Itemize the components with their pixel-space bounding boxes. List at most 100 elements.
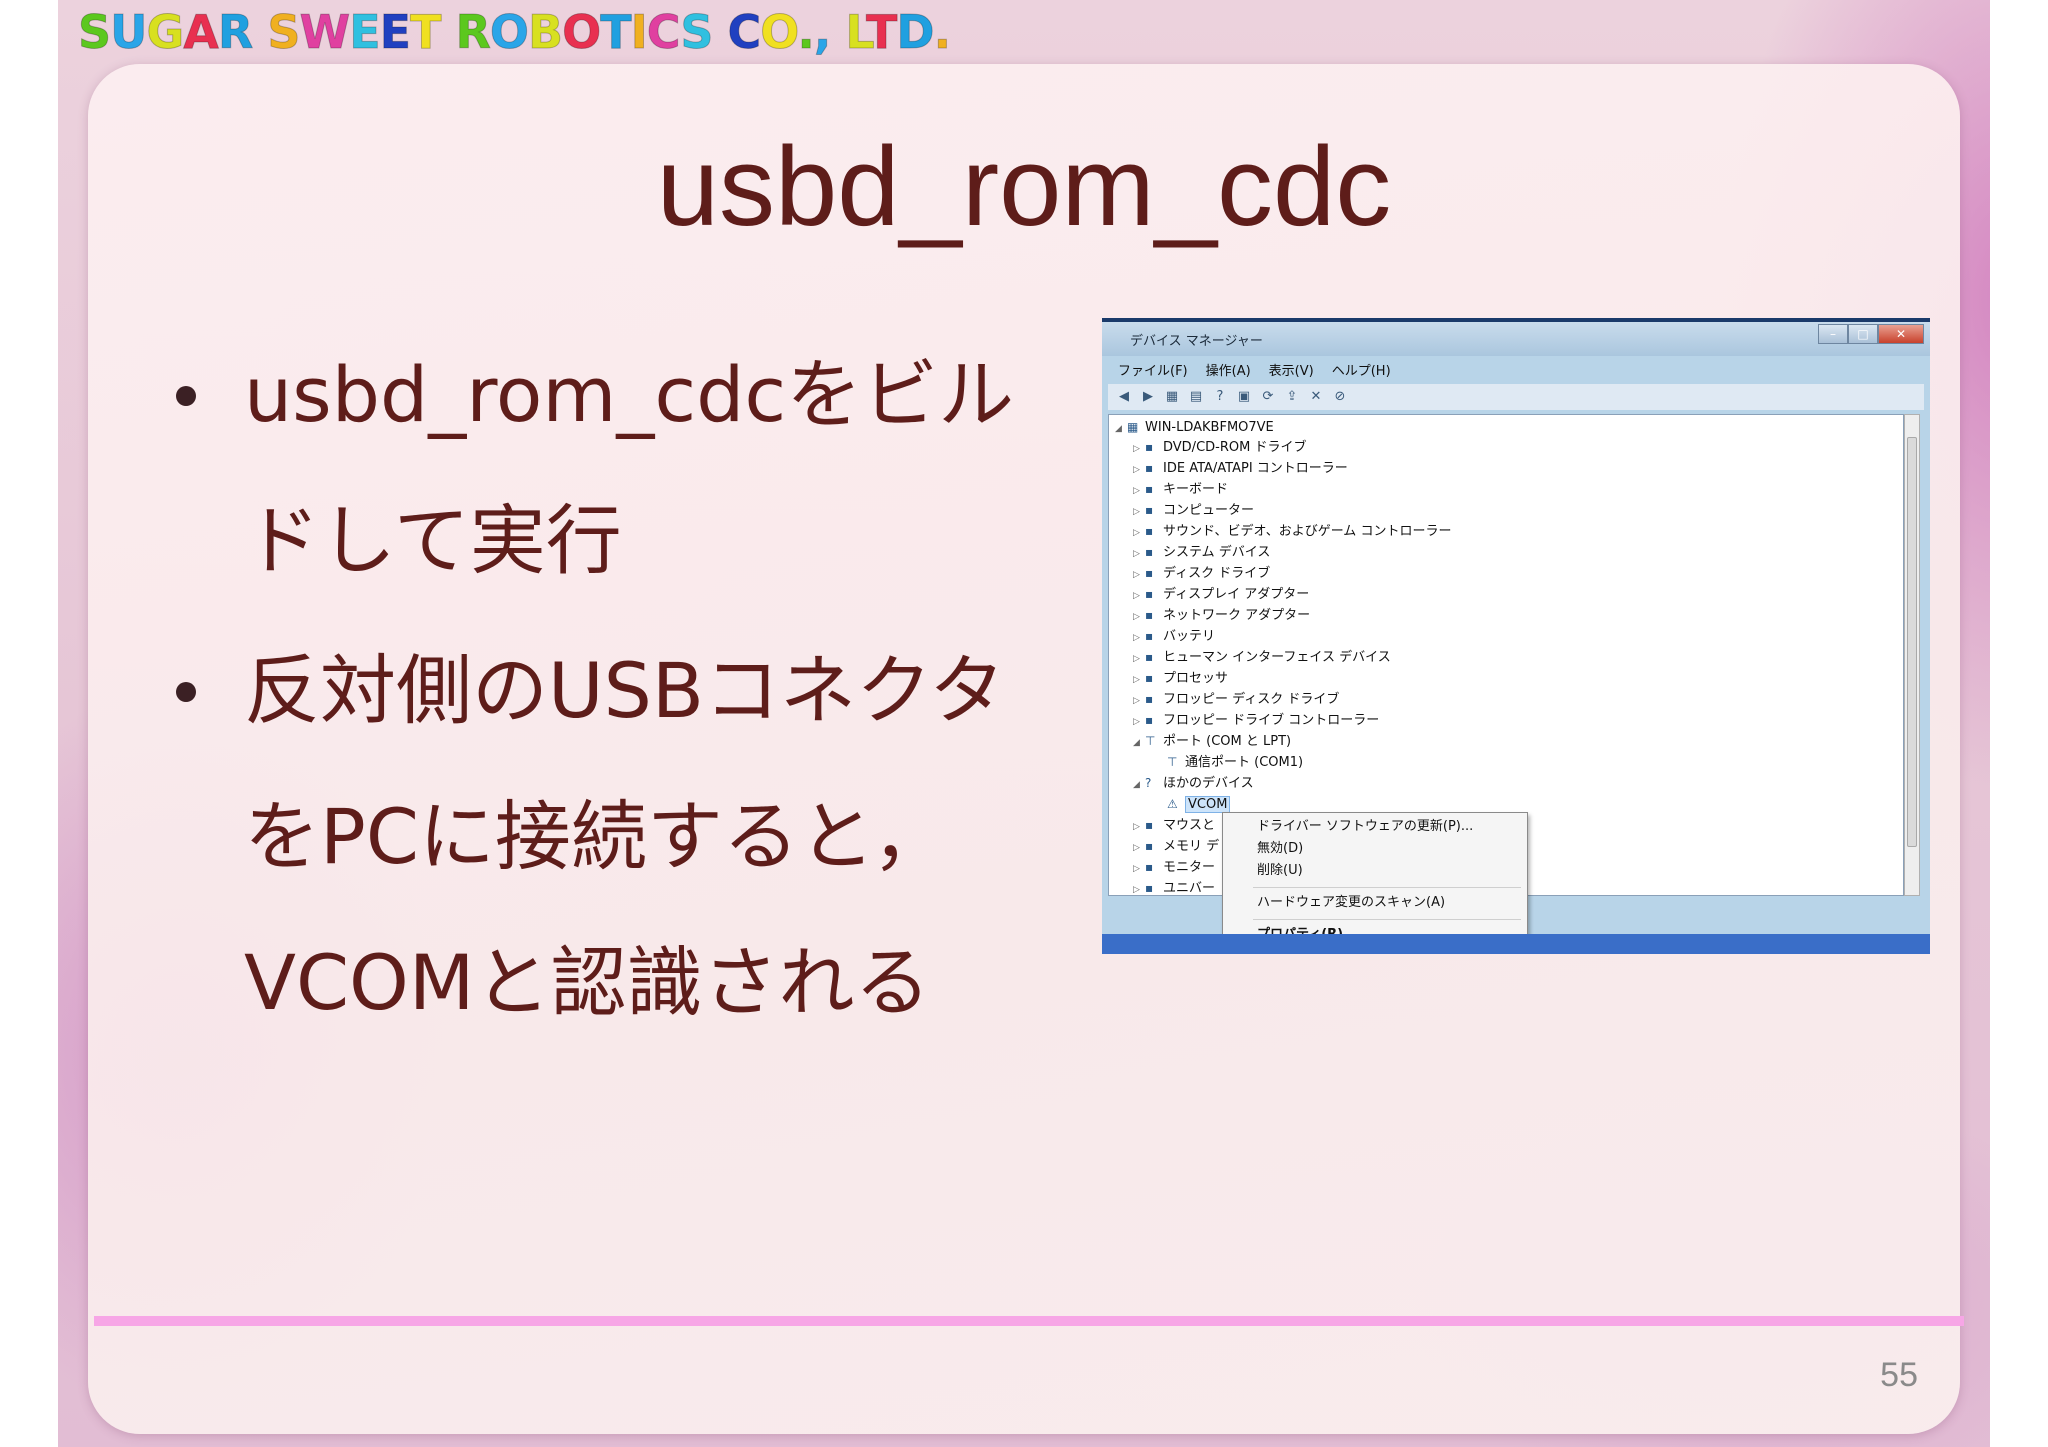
port-icon: ⊤ bbox=[1167, 755, 1178, 769]
expand-arrow-icon[interactable]: ▷ bbox=[1133, 880, 1145, 901]
expand-arrow-icon[interactable]: ▷ bbox=[1133, 628, 1145, 649]
device-manager-screenshot: デバイス マネージャー – □ ✕ ファイル(F) 操作(A) 表示(V) ヘル… bbox=[1102, 318, 1930, 954]
maximize-button[interactable]: □ bbox=[1848, 324, 1878, 344]
update-driver-icon[interactable]: ⇪ bbox=[1284, 389, 1300, 405]
tree-item-label: コンピューター bbox=[1163, 503, 1255, 518]
device-icon: ▪ bbox=[1145, 566, 1154, 580]
expand-arrow-icon[interactable]: ▷ bbox=[1133, 691, 1145, 712]
expand-arrow-icon[interactable]: ▷ bbox=[1133, 817, 1145, 838]
tree-item-label: サウンド、ビデオ、およびゲーム コントローラー bbox=[1163, 524, 1452, 539]
tree-item[interactable]: ▷ ▪ プロセッサ bbox=[1133, 668, 1228, 689]
ctx-scan-hardware[interactable]: ハードウェア変更のスキャン(A) bbox=[1257, 893, 1445, 913]
tree-item-label: マウスと bbox=[1163, 818, 1216, 833]
tree-item[interactable]: ▷ ▪ キーボード bbox=[1133, 479, 1228, 500]
device-icon: ▪ bbox=[1145, 860, 1154, 874]
expand-arrow-icon[interactable]: ▷ bbox=[1133, 439, 1145, 460]
bullet-item-1: usbd_rom_cdcをビルドして実行 bbox=[244, 350, 1015, 585]
device-icon: ▪ bbox=[1145, 503, 1154, 517]
forward-arrow-icon[interactable]: ▶ bbox=[1140, 389, 1156, 405]
expand-arrow-icon[interactable]: ◢ bbox=[1115, 419, 1127, 440]
tree-item[interactable]: ▷ ▪ DVD/CD-ROM ドライブ bbox=[1133, 437, 1306, 458]
tree-item[interactable]: ▷ ▪ IDE ATA/ATAPI コントローラー bbox=[1133, 458, 1348, 479]
expand-arrow-icon[interactable]: ◢ bbox=[1133, 775, 1145, 796]
computer-icon: ▦ bbox=[1127, 420, 1139, 434]
tree-item-label: フロッピー ディスク ドライブ bbox=[1163, 692, 1340, 707]
tree-item[interactable]: ◢? ほかのデバイス bbox=[1133, 773, 1254, 794]
ctx-disable[interactable]: 無効(D) bbox=[1257, 839, 1303, 859]
expand-arrow-icon[interactable]: ▷ bbox=[1133, 838, 1145, 859]
close-button[interactable]: ✕ bbox=[1878, 324, 1924, 344]
computer-icon[interactable]: ▦ bbox=[1164, 389, 1180, 405]
expand-arrow-icon[interactable]: ▷ bbox=[1133, 565, 1145, 586]
tree-item[interactable]: ▷ ▪ ネットワーク アダプター bbox=[1133, 605, 1310, 626]
footer-divider bbox=[94, 1316, 1964, 1326]
tree-item-label: IDE ATA/ATAPI コントローラー bbox=[1163, 461, 1348, 476]
expand-arrow-icon[interactable]: ▷ bbox=[1133, 859, 1145, 880]
help-icon[interactable]: ? bbox=[1212, 389, 1228, 405]
device-icon: ▪ bbox=[1145, 650, 1154, 664]
expand-arrow-icon[interactable]: ▷ bbox=[1133, 481, 1145, 502]
tree-item-label: システム デバイス bbox=[1163, 545, 1271, 560]
uninstall-icon[interactable]: ✕ bbox=[1308, 389, 1324, 405]
tree-item[interactable]: ▷ ▪ ディスプレイ アダプター bbox=[1133, 584, 1309, 605]
tree-item[interactable]: ▷ ▪ サウンド、ビデオ、およびゲーム コントローラー bbox=[1133, 521, 1451, 542]
expand-arrow-icon[interactable]: ◢ bbox=[1133, 733, 1145, 754]
tree-item[interactable]: ▷ ▪ マウスと bbox=[1133, 815, 1215, 836]
menu-view[interactable]: 表示(V) bbox=[1269, 360, 1314, 382]
tree-root[interactable]: ◢ ▦ WIN-LDAKBFMO7VE bbox=[1115, 417, 1274, 438]
tree-item-label: フロッピー ドライブ コントローラー bbox=[1163, 713, 1380, 728]
port-icon: ⊤ bbox=[1145, 734, 1156, 748]
tree-item-label: バッテリ bbox=[1163, 629, 1216, 644]
expand-arrow-icon[interactable]: ▷ bbox=[1133, 586, 1145, 607]
expand-arrow-icon[interactable]: ▷ bbox=[1133, 649, 1145, 670]
device-icon: ▪ bbox=[1145, 440, 1154, 454]
tree-item[interactable]: ▷ ▪ ディスク ドライブ bbox=[1133, 563, 1270, 584]
context-menu: ドライバー ソフトウェアの更新(P)... 無効(D) 削除(U) ハードウェア変更の… bbox=[1222, 812, 1528, 952]
device-icon: ▪ bbox=[1145, 461, 1154, 475]
tree-item-label: メモリ デ bbox=[1163, 839, 1220, 854]
tree-item-label: モニター bbox=[1163, 860, 1216, 875]
tree-item[interactable]: ▷ ▪ モニター bbox=[1133, 857, 1215, 878]
tree-item[interactable]: ▷ ▪ ヒューマン インターフェイス デバイス bbox=[1133, 647, 1391, 668]
tree-item[interactable]: ▷ ▪ ユニバー bbox=[1133, 878, 1215, 899]
expand-arrow-icon[interactable]: ▷ bbox=[1133, 523, 1145, 544]
tree-item-vcom[interactable]: ⚠ VCOM bbox=[1155, 794, 1231, 815]
menu-file[interactable]: ファイル(F) bbox=[1118, 360, 1188, 382]
menu-bar: ファイル(F) 操作(A) 表示(V) ヘルプ(H) bbox=[1108, 360, 1391, 382]
minimize-button[interactable]: – bbox=[1818, 324, 1848, 344]
tree-item[interactable]: ▷ ▪ メモリ デ bbox=[1133, 836, 1219, 857]
device-icon: ▪ bbox=[1145, 545, 1154, 559]
expand-arrow-icon[interactable]: ▷ bbox=[1133, 712, 1145, 733]
tree-item[interactable]: ▷ ▪ コンピューター bbox=[1133, 500, 1254, 521]
ctx-uninstall[interactable]: 削除(U) bbox=[1257, 861, 1303, 881]
tree-item[interactable]: ⊤ 通信ポート (COM1) bbox=[1155, 752, 1303, 773]
expand-arrow-icon[interactable]: ▷ bbox=[1133, 670, 1145, 691]
back-arrow-icon[interactable]: ◀ bbox=[1116, 389, 1132, 405]
tree-scrollbar[interactable] bbox=[1904, 414, 1920, 896]
device-icon: ▪ bbox=[1145, 713, 1154, 727]
expand-arrow-icon[interactable]: ▷ bbox=[1133, 544, 1145, 565]
device-icon: ▪ bbox=[1145, 587, 1154, 601]
ctx-update-driver[interactable]: ドライバー ソフトウェアの更新(P)... bbox=[1257, 817, 1473, 837]
device-icon: ▪ bbox=[1145, 629, 1154, 643]
tree-item[interactable]: ▷ ▪ フロッピー ドライブ コントローラー bbox=[1133, 710, 1379, 731]
tree-item[interactable]: ▷ ▪ システム デバイス bbox=[1133, 542, 1270, 563]
page-number: 55 bbox=[1880, 1356, 1918, 1394]
scan-icon[interactable]: ⟳ bbox=[1260, 389, 1276, 405]
disable-icon[interactable]: ⊘ bbox=[1332, 389, 1348, 405]
tree-item-label: ヒューマン インターフェイス デバイス bbox=[1163, 650, 1391, 665]
tree-item[interactable]: ▷ ▪ バッテリ bbox=[1133, 626, 1215, 647]
device-icon: ▪ bbox=[1145, 482, 1154, 496]
device-icon: ▪ bbox=[1145, 671, 1154, 685]
menu-action[interactable]: 操作(A) bbox=[1206, 360, 1251, 382]
menu-help[interactable]: ヘルプ(H) bbox=[1332, 360, 1391, 382]
view-icon[interactable]: ▣ bbox=[1236, 389, 1252, 405]
expand-arrow-icon[interactable]: ▷ bbox=[1133, 460, 1145, 481]
device-icon: ▪ bbox=[1145, 524, 1154, 538]
tree-item-label: キーボード bbox=[1163, 482, 1229, 497]
tree-item[interactable]: ▷ ▪ フロッピー ディスク ドライブ bbox=[1133, 689, 1339, 710]
expand-arrow-icon[interactable]: ▷ bbox=[1133, 607, 1145, 628]
tree-item[interactable]: ◢ ⊤ ポート (COM と LPT) bbox=[1133, 731, 1291, 752]
properties-icon[interactable]: ▤ bbox=[1188, 389, 1204, 405]
expand-arrow-icon[interactable]: ▷ bbox=[1133, 502, 1145, 523]
